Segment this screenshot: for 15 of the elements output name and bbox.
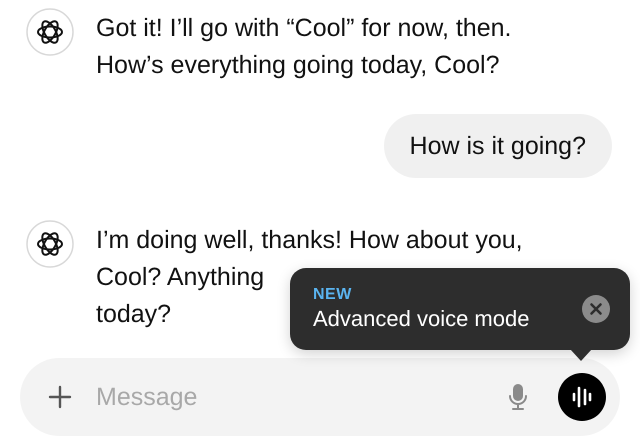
- microphone-icon[interactable]: [508, 383, 528, 411]
- assistant-message-line: Got it! I’ll go with “Cool” for now, then.: [96, 13, 512, 44]
- assistant-message-line: today?: [96, 299, 172, 330]
- plus-icon[interactable]: [48, 385, 72, 409]
- voice-mode-button[interactable]: [558, 373, 606, 421]
- new-label: NEW: [313, 285, 353, 305]
- message-field[interactable]: Message: [20, 358, 620, 436]
- assistant-avatar-icon: [26, 8, 74, 56]
- assistant-message-line: Cool? Anything: [96, 262, 264, 293]
- assistant-message-line: How’s everything going today, Cool?: [96, 50, 500, 81]
- assistant-message-line: I’m doing well, thanks! How about you,: [96, 225, 523, 256]
- user-message: How is it going?: [384, 114, 612, 178]
- assistant-avatar-icon: [26, 220, 74, 268]
- close-icon[interactable]: [582, 295, 610, 323]
- tooltip-text: Advanced voice mode: [313, 305, 530, 333]
